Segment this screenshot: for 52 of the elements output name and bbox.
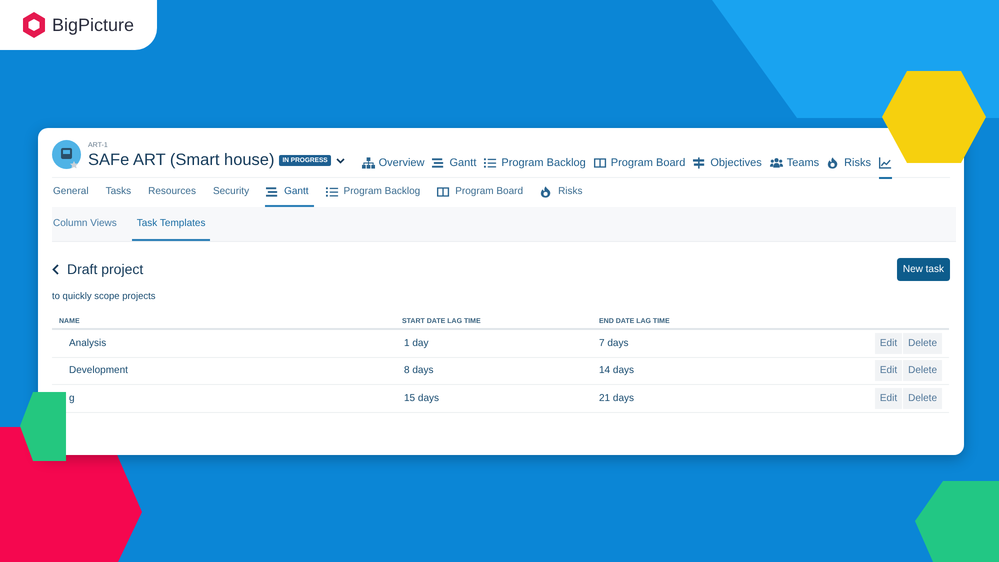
tab[interactable]: Tasks [104,178,136,207]
table-cell-text: 21 days [599,392,636,404]
delete-button[interactable]: Delete [903,360,942,382]
gantt-icon [432,157,446,169]
tab[interactable]: Program Backlog [324,178,426,207]
tab[interactable]: Program Board [436,178,528,207]
project-avatar [52,140,81,169]
subtab[interactable]: Task Templates [132,207,210,241]
project-title: SAFe ART (Smart house) [88,151,274,170]
tab[interactable]: General [52,178,94,207]
page-description: to quickly scope projects [52,291,156,302]
table-cell-text: Analysis [69,338,108,349]
logo-icon [22,12,46,38]
table-cell-text: 15 days [404,392,440,404]
nav-link[interactable]: Teams [770,154,820,179]
delete-button[interactable]: Delete [903,388,942,409]
edit-button[interactable]: Edit [874,388,902,409]
table-cell-text: g [69,392,76,404]
fire-icon [827,157,840,169]
nav-link[interactable]: Risks [827,154,871,179]
board-icon [437,186,450,198]
chart-icon [879,157,892,169]
signpost-icon [693,157,706,169]
caret-icon[interactable] [336,158,345,164]
delete-button[interactable]: Delete [903,332,942,354]
list-icon [326,186,339,198]
fire-icon [540,186,554,198]
nav-link[interactable]: Overview [362,154,424,179]
logo-text: BigPicture [52,14,134,36]
board-icon [594,157,607,169]
nav-link[interactable]: Objectives [693,154,762,179]
gantt-icon [266,186,280,198]
table-cell-text: 8 days [404,365,434,376]
table-cell-text: 7 days [599,338,630,349]
table-cell-text: 1 day [404,338,430,349]
new-task-button[interactable]: New task [896,258,950,280]
tab[interactable]: Resources [147,178,201,207]
nav-link[interactable]: Program Board [594,154,686,179]
hierarchy-icon [362,157,375,169]
table-cell-text: 14 days [599,365,636,376]
people-icon [770,157,783,169]
edit-button[interactable]: Edit [874,360,902,382]
tab[interactable]: Risks [539,178,588,207]
subtab[interactable]: Column Views [53,207,122,241]
back-icon[interactable] [52,264,59,274]
page-title: Draft project [67,261,144,277]
tab[interactable]: Security [212,178,254,207]
table-cell-text: Development [69,365,129,376]
nav-link[interactable]: Gantt [432,154,476,179]
list-icon [484,157,498,169]
nav-link[interactable]: Program Backlog [484,154,586,179]
edit-button[interactable]: Edit [874,332,902,354]
